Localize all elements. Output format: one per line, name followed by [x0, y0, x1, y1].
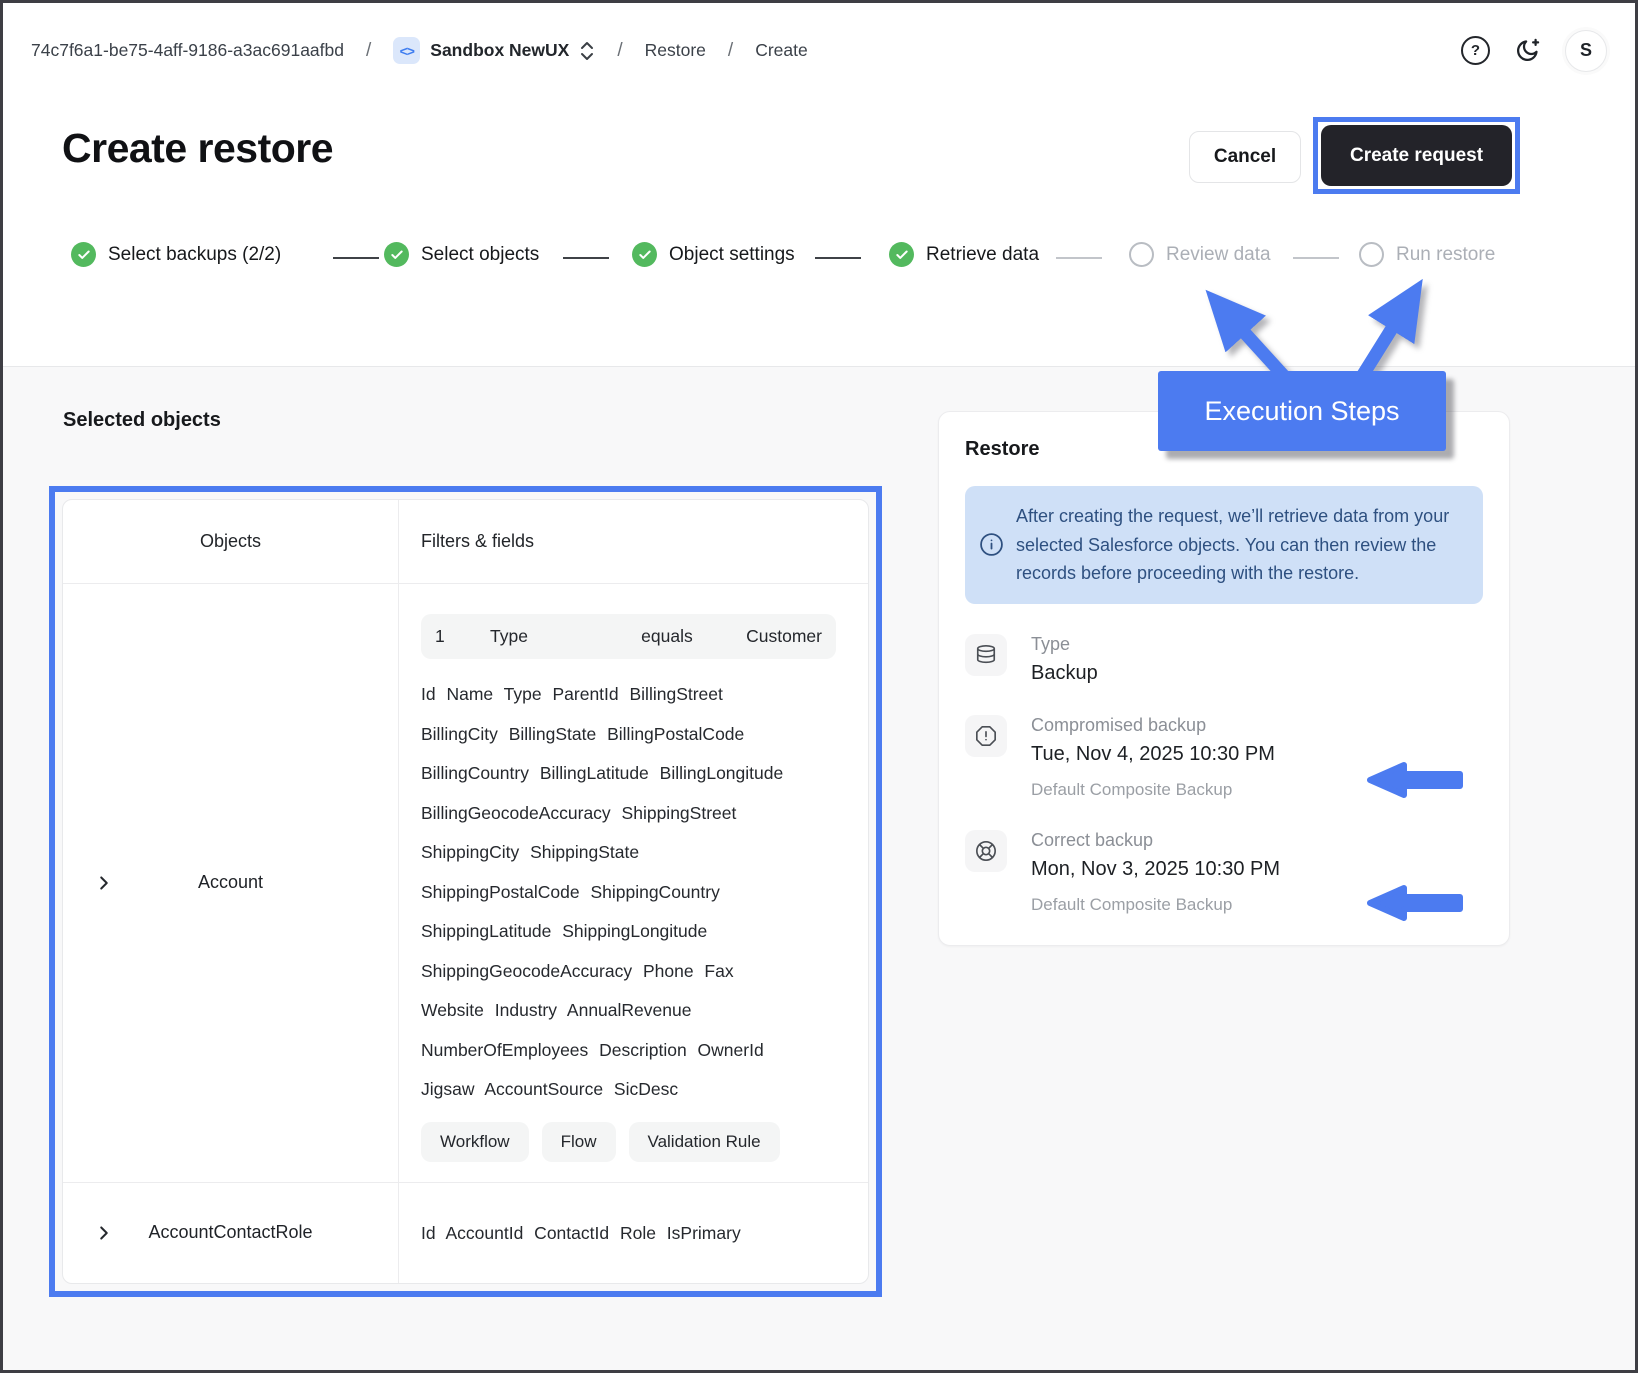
check-icon	[384, 242, 409, 267]
step-label: Object settings	[669, 244, 795, 266]
table-row-accountcontactrole-fields: Id AccountId ContactId Role IsPrimary	[399, 1183, 868, 1283]
chip-validation-rule: Validation Rule	[629, 1122, 780, 1162]
header-actions: S	[1461, 30, 1607, 72]
help-icon[interactable]	[1461, 36, 1490, 65]
create-request-highlight: Create request	[1313, 117, 1520, 194]
chevron-right-icon[interactable]	[93, 872, 115, 894]
field-list-line: BillingGeocodeAccuracy ShippingStreet	[421, 794, 844, 834]
chevron-updown-icon[interactable]	[579, 41, 595, 61]
table-row-account-fields: 1 Type equals Customer Id Name Type Pare…	[399, 584, 868, 1183]
detail-label: Compromised backup	[1031, 715, 1275, 736]
chevron-right-icon[interactable]	[93, 1222, 115, 1244]
detail-correct-backup: Correct backup Mon, Nov 3, 2025 10:30 PM…	[965, 830, 1483, 915]
detail-compromised-backup: Compromised backup Tue, Nov 4, 2025 10:3…	[965, 715, 1483, 800]
detail-value: Tue, Nov 4, 2025 10:30 PM	[1031, 743, 1275, 766]
create-request-button[interactable]: Create request	[1321, 125, 1512, 186]
step-run-restore: Run restore	[1359, 242, 1495, 267]
table-row-accountcontactrole-object: AccountContactRole	[63, 1183, 399, 1283]
field-list-line: BillingCity BillingState BillingPostalCo…	[421, 715, 844, 755]
stepper-connector	[563, 257, 609, 259]
step-select-backups[interactable]: Select backups (2/2)	[71, 242, 281, 267]
chip-flow: Flow	[542, 1122, 616, 1162]
check-icon	[632, 242, 657, 267]
field-list-line: ShippingPostalCode ShippingCountry	[421, 873, 844, 913]
cancel-button[interactable]: Cancel	[1189, 131, 1301, 183]
chip-workflow: Workflow	[421, 1122, 529, 1162]
empty-circle-icon	[1359, 242, 1384, 267]
avatar[interactable]: S	[1565, 30, 1607, 72]
code-icon: <>	[393, 37, 420, 64]
step-label: Select objects	[421, 244, 539, 266]
info-icon	[979, 532, 1004, 557]
stepper-connector	[1056, 257, 1102, 259]
detail-type: Type Backup	[965, 634, 1483, 685]
filter-value: Customer	[746, 626, 822, 647]
breadcrumb-backup-id[interactable]: 74c7f6a1-be75-4aff-9186-a3ac691aafbd	[31, 40, 344, 61]
filter-condition: 1 Type equals Customer	[421, 614, 836, 659]
detail-value: Mon, Nov 3, 2025 10:30 PM	[1031, 858, 1280, 881]
stepper-connector	[333, 257, 379, 259]
detail-sub: Default Composite Backup	[1031, 895, 1280, 915]
detail-label: Type	[1031, 634, 1098, 655]
alert-octagon-icon	[965, 715, 1007, 757]
column-header-filters-fields: Filters & fields	[399, 500, 868, 584]
execution-steps-annotation: Execution Steps	[1158, 371, 1446, 451]
breadcrumb-separator: /	[360, 40, 377, 62]
create-restore-page: 74c7f6a1-be75-4aff-9186-a3ac691aafbd / <…	[0, 0, 1638, 1373]
restore-summary-card: Restore After creating the request, we’l…	[938, 411, 1510, 946]
selected-objects-heading: Selected objects	[63, 409, 221, 432]
filter-field: Type	[490, 626, 641, 647]
breadcrumb-section-restore[interactable]: Restore	[645, 40, 706, 61]
field-list-line: Website Industry AnnualRevenue	[421, 991, 844, 1031]
column-header-objects: Objects	[63, 500, 399, 584]
step-label: Retrieve data	[926, 244, 1039, 266]
life-buoy-icon	[965, 830, 1007, 872]
breadcrumb-separator: /	[722, 40, 739, 62]
breadcrumb-page-create: Create	[755, 40, 808, 61]
stepper-connector	[815, 257, 861, 259]
detail-label: Correct backup	[1031, 830, 1280, 851]
info-alert-text: After creating the request, we’ll retrie…	[1016, 502, 1465, 588]
step-object-settings[interactable]: Object settings	[632, 242, 795, 267]
step-retrieve-data[interactable]: Retrieve data	[889, 242, 1039, 267]
filter-index: 1	[435, 626, 490, 647]
automation-chips: Workflow Flow Validation Rule	[421, 1122, 844, 1162]
stepper-connector	[1293, 257, 1339, 259]
page-title: Create restore	[62, 125, 333, 172]
breadcrumb: 74c7f6a1-be75-4aff-9186-a3ac691aafbd / <…	[31, 37, 808, 64]
empty-circle-icon	[1129, 242, 1154, 267]
table-row-account-object: Account	[63, 584, 399, 1183]
field-list-line: Id Name Type ParentId BillingStreet	[421, 675, 844, 715]
field-list-line: ShippingGeocodeAccuracy Phone Fax	[421, 952, 844, 992]
field-list: Id Name Type ParentId BillingStreet Bill…	[421, 675, 844, 1110]
detail-value: Backup	[1031, 662, 1098, 685]
database-icon	[965, 634, 1007, 676]
check-icon	[71, 242, 96, 267]
filter-operator: equals	[641, 626, 746, 647]
field-list-line: BillingCountry BillingLatitude BillingLo…	[421, 754, 844, 794]
step-select-objects[interactable]: Select objects	[384, 242, 539, 267]
field-list-line: NumberOfEmployees Description OwnerId	[421, 1031, 844, 1071]
field-list-line: ShippingLatitude ShippingLongitude	[421, 912, 844, 952]
breadcrumb-environment[interactable]: Sandbox NewUX	[430, 40, 569, 61]
step-review-data: Review data	[1129, 242, 1271, 267]
info-alert: After creating the request, we’ll retrie…	[965, 486, 1483, 604]
check-icon	[889, 242, 914, 267]
dark-mode-icon[interactable]	[1514, 37, 1541, 64]
breadcrumb-bar: 74c7f6a1-be75-4aff-9186-a3ac691aafbd / <…	[3, 3, 1635, 98]
step-label: Review data	[1166, 244, 1271, 266]
step-label: Run restore	[1396, 244, 1495, 266]
selected-objects-table: Objects Filters & fields Account 1 Type …	[62, 499, 869, 1284]
breadcrumb-separator: /	[611, 40, 628, 62]
field-list-line: Jigsaw AccountSource SicDesc	[421, 1070, 844, 1110]
field-list-line: Id AccountId ContactId Role IsPrimary	[421, 1183, 741, 1283]
step-label: Select backups (2/2)	[108, 244, 281, 266]
selected-objects-highlight: Objects Filters & fields Account 1 Type …	[49, 486, 882, 1297]
field-list-line: ShippingCity ShippingState	[421, 833, 844, 873]
detail-sub: Default Composite Backup	[1031, 780, 1275, 800]
